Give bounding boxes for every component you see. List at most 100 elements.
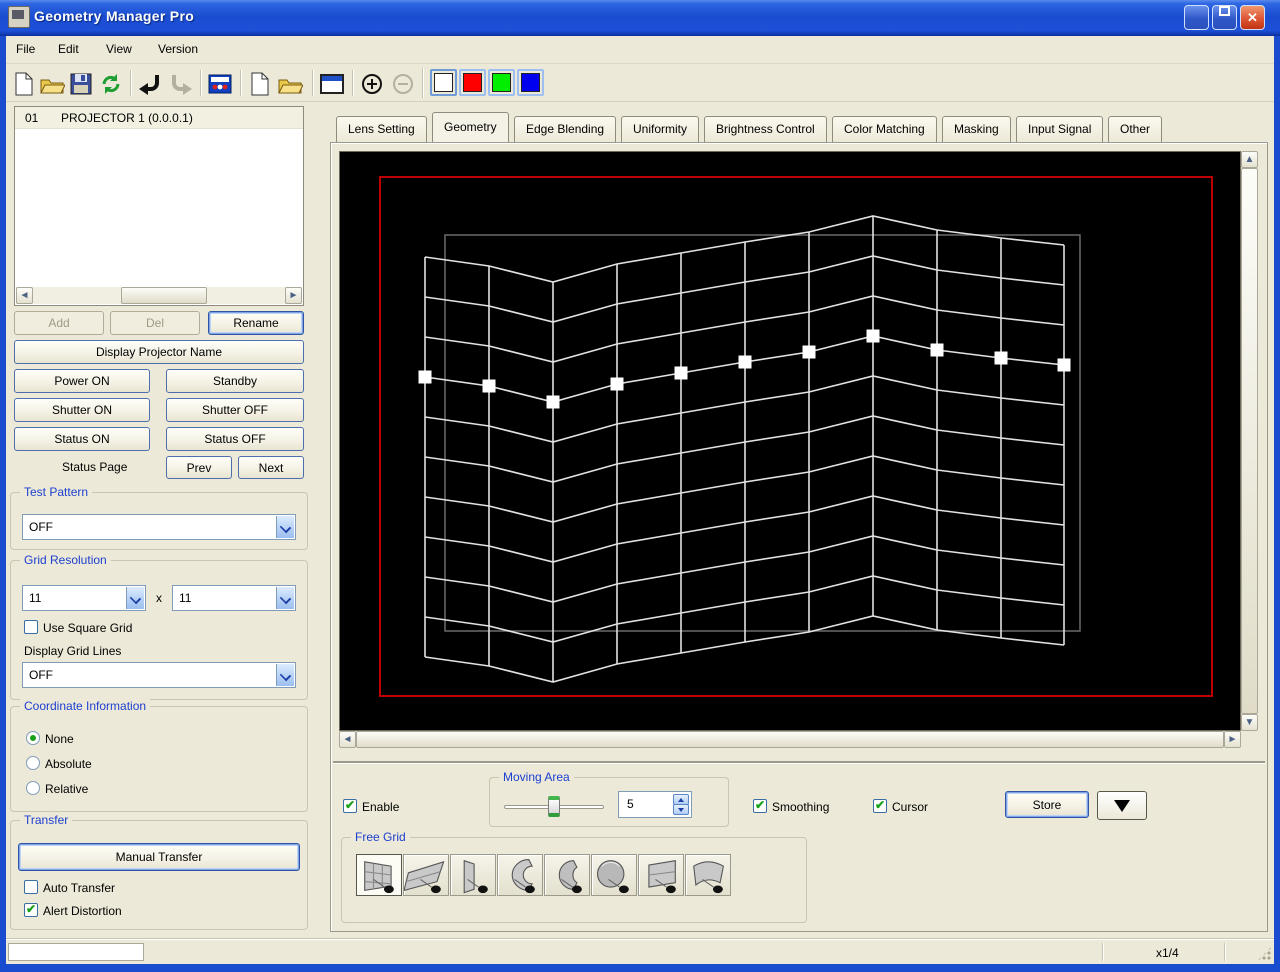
tab-input-signal[interactable]: Input Signal — [1016, 116, 1104, 142]
del-button[interactable]: Del — [110, 311, 200, 335]
test-pattern-red-button[interactable] — [459, 69, 486, 96]
spinner-down-arrow[interactable] — [673, 804, 689, 815]
tab-brightness-control[interactable]: Brightness Control — [704, 116, 827, 142]
screen-curve-concave-2-button[interactable] — [544, 854, 590, 896]
moving-area-slider-thumb[interactable] — [548, 796, 560, 817]
scroll-left-arrow[interactable]: ◄ — [339, 731, 356, 748]
scroll-right-arrow[interactable]: ► — [285, 287, 302, 304]
tab-color-matching[interactable]: Color Matching — [832, 116, 937, 142]
alert-distortion-checkbox[interactable] — [24, 902, 38, 917]
open-folder-2-icon[interactable] — [276, 70, 303, 97]
display-grid-lines-select[interactable]: OFF — [22, 662, 296, 688]
grid-control-handle[interactable] — [674, 366, 688, 380]
screen-flat-front-button[interactable] — [356, 854, 402, 896]
scroll-thumb[interactable] — [356, 731, 1224, 748]
grid-resolution-h-select[interactable]: 11 — [22, 585, 146, 611]
screen-curve-concave-button[interactable] — [497, 854, 543, 896]
standby-button[interactable]: Standby — [166, 369, 304, 393]
resize-grip[interactable] — [1257, 946, 1272, 961]
scroll-thumb[interactable] — [121, 287, 207, 304]
undo-arrow-icon[interactable] — [136, 70, 163, 97]
scroll-down-arrow[interactable]: ▼ — [1241, 714, 1258, 731]
grid-control-handle[interactable] — [482, 379, 496, 393]
scroll-thumb[interactable] — [1241, 168, 1258, 714]
scroll-up-arrow[interactable]: ▲ — [1241, 151, 1258, 168]
grid-control-handle[interactable] — [1057, 358, 1071, 372]
coordinate-relative-radio[interactable] — [26, 781, 40, 795]
test-pattern-green-button[interactable] — [488, 69, 515, 96]
shutter-on-button[interactable]: Shutter ON — [14, 398, 150, 422]
manual-transfer-button[interactable]: Manual Transfer — [18, 843, 300, 871]
open-folder-icon[interactable] — [38, 70, 65, 97]
chevron-down-icon[interactable] — [276, 516, 294, 538]
screen-dome-button[interactable] — [591, 854, 637, 896]
panel-config-icon[interactable] — [206, 70, 233, 97]
minimize-button[interactable]: _ — [1184, 5, 1209, 31]
new-file-icon[interactable] — [10, 70, 37, 97]
chevron-down-icon[interactable] — [126, 587, 144, 609]
menu-version[interactable]: Version — [158, 42, 198, 56]
tab-uniformity[interactable]: Uniformity — [621, 116, 700, 142]
smoothing-checkbox[interactable] — [753, 798, 767, 813]
projector-list-hscrollbar[interactable]: ◄ ► — [16, 287, 302, 304]
store-button[interactable]: Store — [1005, 791, 1089, 818]
cursor-checkbox[interactable] — [873, 798, 887, 813]
menu-view[interactable]: View — [106, 42, 132, 56]
use-square-grid-checkbox[interactable] — [24, 620, 38, 634]
coordinate-none-radio[interactable] — [26, 731, 40, 745]
grid-control-handle[interactable] — [802, 345, 816, 359]
maximize-button[interactable] — [1212, 5, 1237, 30]
store-dropdown-button[interactable] — [1097, 791, 1147, 820]
status-off-button[interactable]: Status OFF — [166, 427, 304, 451]
shutter-off-button[interactable]: Shutter OFF — [166, 398, 304, 422]
test-pattern-select[interactable]: OFF — [22, 514, 296, 540]
chevron-down-icon[interactable] — [276, 664, 294, 686]
window-icon[interactable] — [318, 70, 345, 97]
display-projector-name-button[interactable]: Display Projector Name — [14, 340, 304, 364]
scroll-right-arrow[interactable]: ► — [1224, 731, 1241, 748]
tab-geometry[interactable]: Geometry — [432, 112, 509, 143]
add-button[interactable]: Add — [14, 311, 104, 335]
tab-edge-blending[interactable]: Edge Blending — [514, 116, 617, 142]
grid-control-handle[interactable] — [930, 343, 944, 357]
enable-checkbox[interactable] — [343, 798, 357, 813]
grid-control-handle[interactable] — [418, 370, 432, 384]
grid-control-handle[interactable] — [546, 395, 560, 409]
coordinate-absolute-radio[interactable] — [26, 756, 40, 770]
new-file-2-icon[interactable] — [246, 70, 273, 97]
chevron-down-icon[interactable] — [276, 587, 294, 609]
grid-control-handle[interactable] — [994, 351, 1008, 365]
canvas-vscrollbar[interactable]: ▲ ▼ — [1241, 151, 1258, 731]
grid-control-handle[interactable] — [738, 355, 752, 369]
rename-button[interactable]: Rename — [208, 311, 304, 335]
auto-transfer-checkbox[interactable] — [24, 880, 38, 894]
menu-edit[interactable]: Edit — [58, 42, 79, 56]
screen-flat-tilt-button[interactable] — [403, 854, 449, 896]
canvas-hscrollbar[interactable]: ◄ ► — [339, 731, 1241, 748]
save-icon[interactable] — [67, 70, 94, 97]
zoom-in-icon[interactable] — [358, 70, 385, 97]
close-button[interactable]: ✕ — [1240, 5, 1265, 30]
tab-lens-setting[interactable]: Lens Setting — [336, 116, 427, 142]
status-page-next-button[interactable]: Next — [238, 456, 304, 479]
grid-resolution-v-select[interactable]: 11 — [172, 585, 296, 611]
test-pattern-white-button[interactable] — [430, 69, 457, 96]
geometry-canvas[interactable] — [339, 151, 1241, 731]
power-on-button[interactable]: Power ON — [14, 369, 150, 393]
grid-control-handle[interactable] — [866, 329, 880, 343]
projector-list[interactable]: 01 PROJECTOR 1 (0.0.0.1) ◄ ► — [14, 106, 304, 306]
scroll-left-arrow[interactable]: ◄ — [16, 287, 33, 304]
tab-masking[interactable]: Masking — [942, 116, 1011, 142]
refresh-icon[interactable] — [97, 70, 124, 97]
screen-flat-rear-button[interactable] — [638, 854, 684, 896]
test-pattern-blue-button[interactable] — [517, 69, 544, 96]
moving-area-spinner[interactable]: 5 — [618, 791, 692, 818]
screen-curve-tilt-button[interactable] — [685, 854, 731, 896]
grid-control-handle[interactable] — [610, 377, 624, 391]
tab-other[interactable]: Other — [1108, 116, 1163, 142]
menu-file[interactable]: File — [16, 42, 35, 56]
projector-list-item[interactable]: 01 PROJECTOR 1 (0.0.0.1) — [15, 107, 303, 129]
screen-flat-side-button[interactable] — [450, 854, 496, 896]
status-on-button[interactable]: Status ON — [14, 427, 150, 451]
status-page-prev-button[interactable]: Prev — [166, 456, 232, 479]
